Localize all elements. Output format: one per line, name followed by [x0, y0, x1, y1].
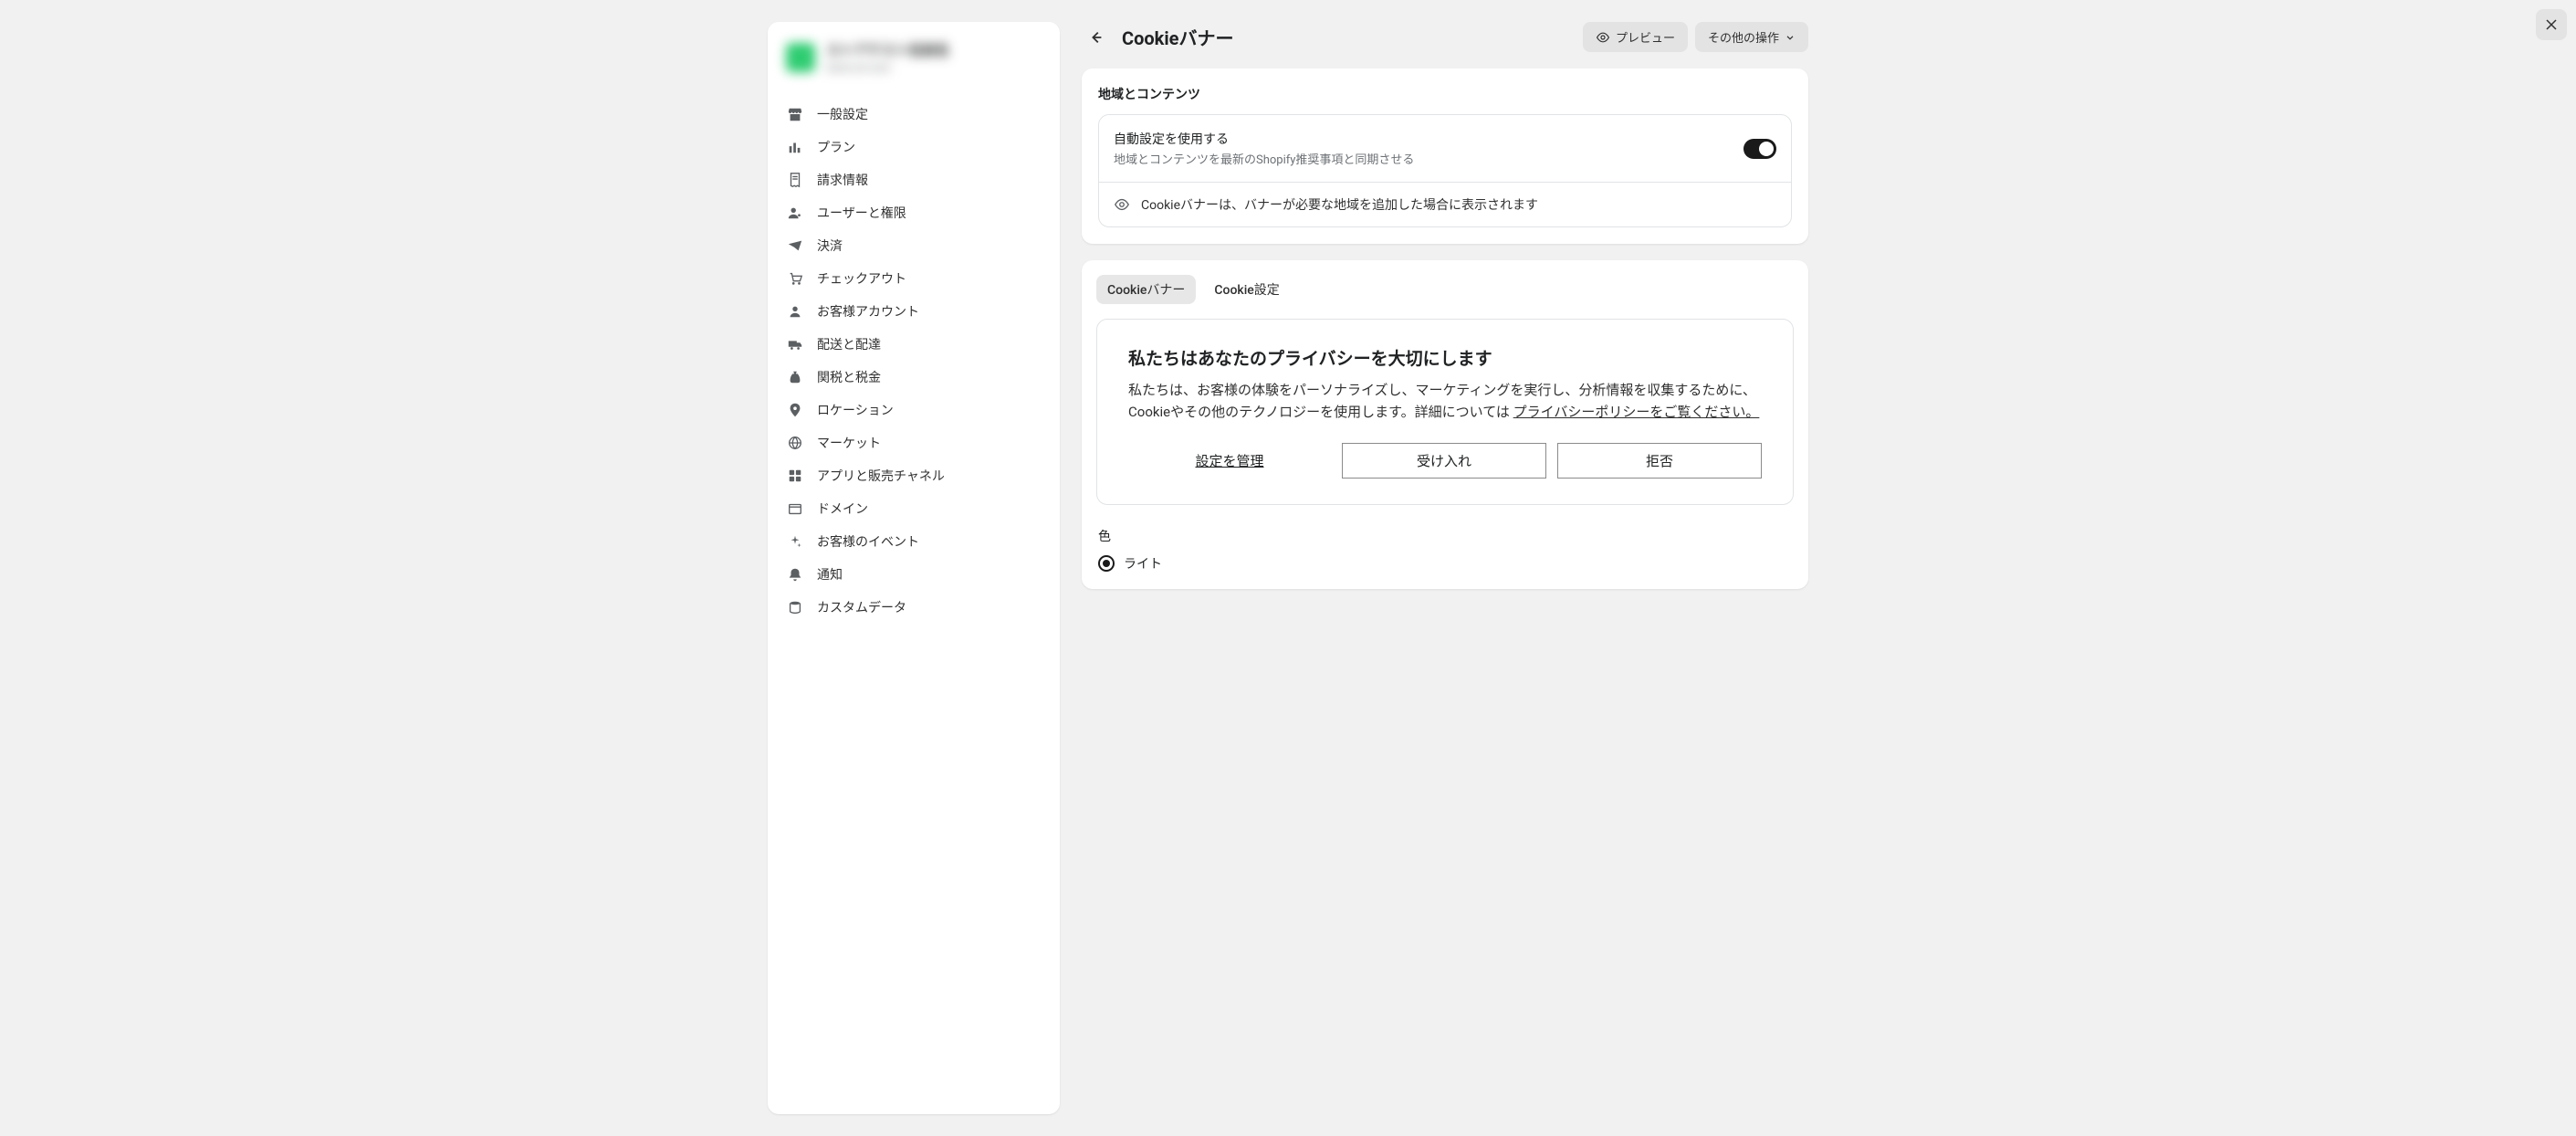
auto-settings-card: 自動設定を使用する 地域とコンテンツを最新のShopify推奨事項と同期させる … — [1098, 114, 1792, 227]
eye-icon — [1596, 30, 1610, 45]
sidebar-item-label: 関税と税金 — [817, 368, 881, 386]
sidebar-item-customer-events[interactable]: お客様のイベント — [777, 525, 1051, 558]
preview-button[interactable]: プレビュー — [1583, 22, 1688, 52]
privacy-policy-link[interactable]: プライバシーポリシーをご覧ください。 — [1513, 404, 1760, 420]
store-header[interactable]: ストアテスト名前名 store-url.com — [768, 22, 1060, 92]
preview-label: プレビュー — [1616, 28, 1675, 46]
reject-button[interactable]: 拒否 — [1557, 443, 1762, 479]
truck-icon — [786, 335, 804, 353]
color-option-light[interactable]: ライト — [1098, 554, 1792, 573]
sidebar-item-billing[interactable]: 請求情報 — [777, 163, 1051, 196]
region-content-card: 地域とコンテンツ 自動設定を使用する 地域とコンテンツを最新のShopify推奨… — [1082, 68, 1808, 244]
manage-settings-button[interactable]: 設定を管理 — [1128, 444, 1331, 478]
cookie-banner-preview: 私たちはあなたのプライバシーを大切にします 私たちは、お客様の体験をパーソナライ… — [1096, 319, 1794, 505]
color-label: 色 — [1098, 527, 1792, 545]
chevron-down-icon — [1785, 32, 1796, 43]
sidebar-item-label: ドメイン — [817, 500, 868, 518]
database-icon — [786, 598, 804, 616]
sidebar-item-label: お客様のイベント — [817, 532, 919, 551]
close-button[interactable] — [2536, 9, 2567, 40]
info-text: Cookieバナーは、バナーが必要な地域を追加した場合に表示されます — [1141, 195, 1538, 214]
store-avatar — [786, 43, 815, 72]
back-button[interactable] — [1082, 23, 1111, 52]
sidebar-item-shipping[interactable]: 配送と配達 — [777, 328, 1051, 361]
payment-icon — [786, 237, 804, 255]
settings-sidebar: ストアテスト名前名 store-url.com 一般設定 プラン 請求情報 — [768, 22, 1060, 1114]
tab-cookie-banner[interactable]: Cookieバナー — [1096, 275, 1196, 304]
sidebar-item-notifications[interactable]: 通知 — [777, 558, 1051, 591]
eye-icon — [1114, 196, 1130, 213]
radio-label: ライト — [1124, 554, 1162, 573]
arrow-left-icon — [1088, 29, 1105, 46]
sidebar-item-payments[interactable]: 決済 — [777, 229, 1051, 262]
tabs: Cookieバナー Cookie設定 — [1082, 260, 1808, 304]
bell-icon — [786, 565, 804, 584]
cart-icon — [786, 269, 804, 288]
sidebar-item-plan[interactable]: プラン — [777, 131, 1051, 163]
store-url: store-url.com — [826, 61, 1042, 74]
more-actions-button[interactable]: その他の操作 — [1695, 22, 1808, 52]
accept-button[interactable]: 受け入れ — [1342, 443, 1546, 479]
sidebar-item-label: 決済 — [817, 237, 843, 255]
apps-icon — [786, 467, 804, 485]
section-title: 地域とコンテンツ — [1098, 85, 1792, 103]
sidebar-item-label: マーケット — [817, 434, 881, 452]
color-section: 色 ライト — [1082, 520, 1808, 589]
sidebar-item-label: 配送と配達 — [817, 335, 881, 353]
settings-nav: 一般設定 プラン 請求情報 ユーザーと権限 決済 — [768, 92, 1060, 642]
store-name: ストアテスト名前名 — [826, 40, 1042, 59]
auto-setting-label: 自動設定を使用する — [1114, 130, 1729, 148]
person-icon — [786, 302, 804, 321]
sidebar-item-label: ロケーション — [817, 401, 894, 419]
toggle-knob — [1759, 142, 1774, 156]
sidebar-item-label: ユーザーと権限 — [817, 204, 906, 222]
page-header: Cookieバナー プレビュー その他の操作 — [1082, 22, 1808, 52]
more-actions-label: その他の操作 — [1708, 28, 1779, 46]
sparkle-icon — [786, 532, 804, 551]
receipt-icon — [786, 171, 804, 189]
sidebar-item-apps[interactable]: アプリと販売チャネル — [777, 459, 1051, 492]
info-row: Cookieバナーは、バナーが必要な地域を追加した場合に表示されます — [1099, 182, 1791, 226]
sidebar-item-label: カスタムデータ — [817, 598, 906, 616]
radio-button — [1098, 555, 1115, 572]
auto-settings-toggle[interactable] — [1744, 139, 1776, 159]
sidebar-item-customer-accounts[interactable]: お客様アカウント — [777, 295, 1051, 328]
sidebar-item-label: お客様アカウント — [817, 302, 919, 321]
page-title: Cookieバナー — [1122, 24, 1572, 50]
sidebar-item-locations[interactable]: ロケーション — [777, 394, 1051, 426]
main-content: Cookieバナー プレビュー その他の操作 地域とコンテンツ — [1082, 22, 1808, 1114]
sidebar-item-general[interactable]: 一般設定 — [777, 98, 1051, 131]
chart-icon — [786, 138, 804, 156]
sidebar-item-markets[interactable]: マーケット — [777, 426, 1051, 459]
sidebar-item-taxes[interactable]: 関税と税金 — [777, 361, 1051, 394]
banner-settings-card: Cookieバナー Cookie設定 私たちはあなたのプライバシーを大切にします… — [1082, 260, 1808, 589]
close-icon — [2544, 17, 2559, 32]
sidebar-item-label: 請求情報 — [817, 171, 868, 189]
sidebar-item-checkout[interactable]: チェックアウト — [777, 262, 1051, 295]
sidebar-item-label: 一般設定 — [817, 105, 868, 123]
sidebar-item-users[interactable]: ユーザーと権限 — [777, 196, 1051, 229]
users-icon — [786, 204, 804, 222]
auto-setting-desc: 地域とコンテンツを最新のShopify推奨事項と同期させる — [1114, 150, 1729, 167]
store-icon — [786, 105, 804, 123]
preview-title: 私たちはあなたのプライバシーを大切にします — [1128, 345, 1762, 370]
tab-cookie-settings[interactable]: Cookie設定 — [1203, 275, 1290, 304]
globe-icon — [786, 434, 804, 452]
sidebar-item-label: 通知 — [817, 565, 843, 584]
preview-description: 私たちは、お客様の体験をパーソナライズし、マーケティングを実行し、分析情報を収集… — [1128, 379, 1762, 423]
sidebar-item-label: プラン — [817, 138, 855, 156]
sidebar-item-domains[interactable]: ドメイン — [777, 492, 1051, 525]
sidebar-item-label: チェックアウト — [817, 269, 906, 288]
sidebar-item-label: アプリと販売チャネル — [817, 467, 945, 485]
sidebar-item-custom-data[interactable]: カスタムデータ — [777, 591, 1051, 624]
location-icon — [786, 401, 804, 419]
money-bag-icon — [786, 368, 804, 386]
domain-icon — [786, 500, 804, 518]
